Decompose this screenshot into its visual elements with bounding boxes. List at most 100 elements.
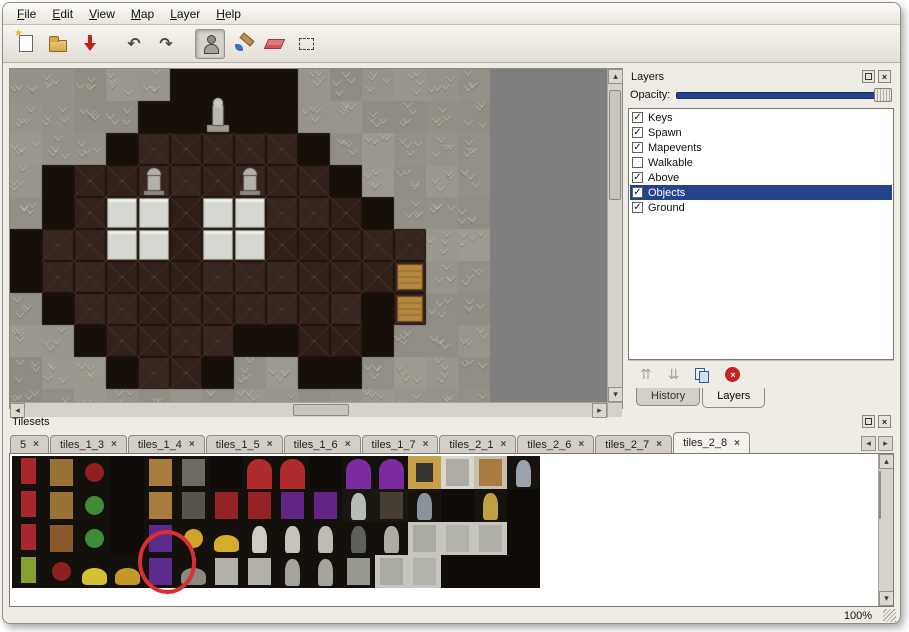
tile-wooden-shelf[interactable] — [474, 456, 507, 489]
tab-close-icon[interactable]: × — [345, 439, 351, 450]
tile-white-bust[interactable] — [243, 522, 276, 555]
menu-edit[interactable]: Edit — [44, 5, 81, 23]
tile-red-throne-bottom-right[interactable] — [243, 489, 276, 522]
tile-empty[interactable] — [111, 489, 144, 522]
tile-cabinet-top[interactable] — [144, 456, 177, 489]
tile-empty[interactable] — [474, 555, 507, 588]
tile-stone-blocks-2[interactable] — [441, 522, 474, 555]
scroll-track[interactable] — [608, 84, 622, 387]
tab-close-icon[interactable]: × — [423, 439, 429, 450]
tile-green-flag[interactable] — [12, 555, 45, 588]
tile-stone-column[interactable] — [342, 555, 375, 588]
tile-red-brazier[interactable] — [78, 456, 111, 489]
tab-close-icon[interactable]: × — [33, 439, 39, 450]
tab-close-icon[interactable]: × — [734, 438, 740, 449]
scroll-track[interactable] — [879, 469, 893, 591]
scroll-up-button[interactable]: ▴ — [879, 454, 894, 469]
tile-statue-pedestal[interactable] — [210, 555, 243, 588]
tileset-vertical-scrollbar[interactable]: ▴ ▾ — [878, 454, 893, 606]
float-panel-button[interactable] — [862, 415, 875, 428]
lower-layer-button[interactable]: ⇊ — [668, 366, 680, 384]
eraser-tool-button[interactable] — [259, 29, 289, 59]
menu-map[interactable]: Map — [123, 5, 162, 23]
tile-wooden-loom-bottom[interactable] — [45, 489, 78, 522]
tile-empty[interactable] — [111, 456, 144, 489]
tileset-tab-tiles_2_7[interactable]: tiles_2_7× — [595, 435, 672, 453]
undo-button[interactable]: ↶ — [119, 29, 149, 59]
brush-tool-button[interactable] — [227, 29, 257, 59]
menu-view[interactable]: View — [81, 5, 123, 23]
tile-red-banner[interactable] — [12, 456, 45, 489]
close-panel-button[interactable]: × — [878, 415, 891, 428]
menu-layer[interactable]: Layer — [162, 5, 208, 23]
tab-history[interactable]: History — [636, 388, 700, 406]
layer-row-above[interactable]: ✓Above — [630, 170, 892, 185]
tile-purple-throne-top-right[interactable] — [375, 456, 408, 489]
tile-obelisk[interactable] — [342, 489, 375, 522]
scroll-down-button[interactable]: ▾ — [879, 591, 894, 606]
tile-red-throne-bottom-left[interactable] — [210, 489, 243, 522]
tile-empty[interactable] — [441, 555, 474, 588]
tileset-tab-tiles_2_6[interactable]: tiles_2_6× — [517, 435, 594, 453]
tab-close-icon[interactable]: × — [111, 439, 117, 450]
tile-gargoyle[interactable] — [342, 522, 375, 555]
tile-gray-door-top[interactable] — [177, 456, 210, 489]
raise-layer-button[interactable]: ⇈ — [640, 366, 652, 384]
layer-visibility-checkbox[interactable]: ✓ — [632, 127, 643, 138]
tile-purple-throne-bottom-left[interactable] — [276, 489, 309, 522]
layer-visibility-checkbox[interactable]: ✓ — [632, 142, 643, 153]
tileset-tab-tiles_1_3[interactable]: tiles_1_3× — [50, 435, 127, 453]
scroll-track[interactable] — [25, 403, 592, 417]
tile-stone-blocks-3[interactable] — [474, 522, 507, 555]
tile-angel-statue[interactable] — [276, 522, 309, 555]
tile-statue-pedestal-2[interactable] — [243, 555, 276, 588]
tile-gray-door-bottom[interactable] — [177, 489, 210, 522]
duplicate-layer-button[interactable] — [695, 368, 709, 382]
tile-empty[interactable] — [309, 456, 342, 489]
tile-red-brazier-2[interactable] — [45, 555, 78, 588]
tileset-tab-tiles_2_1[interactable]: tiles_2_1× — [439, 435, 516, 453]
menu-help[interactable]: Help — [208, 5, 249, 23]
tile-purple-throne-bottom-right[interactable] — [309, 489, 342, 522]
tile-stone-blocks-4[interactable] — [375, 555, 408, 588]
tile-wooden-loom[interactable] — [45, 456, 78, 489]
tile-stone-blocks[interactable] — [408, 522, 441, 555]
float-panel-button[interactable] — [862, 70, 875, 83]
tile-red-emblem[interactable] — [12, 522, 45, 555]
layer-visibility-checkbox[interactable]: ✓ — [632, 202, 643, 213]
tab-close-icon[interactable]: × — [267, 439, 273, 450]
tile-knight-armor[interactable] — [507, 456, 540, 489]
tile-white-shelf[interactable] — [441, 456, 474, 489]
tile-angel-statue-2[interactable] — [309, 522, 342, 555]
resize-grip[interactable] — [883, 609, 896, 622]
tile-gold-treasure[interactable] — [210, 522, 243, 555]
open-button[interactable] — [43, 29, 73, 59]
layer-row-walkable[interactable]: Walkable — [630, 155, 892, 170]
layer-row-objects[interactable]: ✓Objects — [630, 185, 892, 200]
menu-file[interactable]: File — [9, 5, 44, 23]
tab-close-icon[interactable]: × — [189, 439, 195, 450]
delete-layer-button[interactable]: × — [725, 367, 740, 382]
tile-red-throne-top-left[interactable] — [243, 456, 276, 489]
tile-gold-knight[interactable] — [474, 489, 507, 522]
layer-visibility-checkbox[interactable] — [632, 157, 643, 168]
layer-visibility-checkbox[interactable]: ✓ — [632, 112, 643, 123]
tab-close-icon[interactable]: × — [500, 439, 506, 450]
save-button[interactable] — [75, 29, 105, 59]
redo-button[interactable]: ↷ — [151, 29, 181, 59]
tile-stone-blocks-5[interactable] — [408, 555, 441, 588]
tile-red-throne-top-right[interactable] — [276, 456, 309, 489]
select-tool-button[interactable] — [291, 29, 321, 59]
layer-row-mapevents[interactable]: ✓Mapevents — [630, 140, 892, 155]
tileset-tab-tiles_2_8[interactable]: tiles_2_8× — [673, 432, 750, 453]
tile-purple-throne-top-left[interactable] — [342, 456, 375, 489]
layer-row-keys[interactable]: ✓Keys — [630, 110, 892, 125]
map-canvas[interactable] — [10, 69, 607, 402]
tile-bookshelf[interactable] — [45, 522, 78, 555]
tab-close-icon[interactable]: × — [578, 439, 584, 450]
scroll-up-button[interactable]: ▴ — [608, 69, 623, 84]
tile-empty[interactable] — [210, 456, 243, 489]
tile-empty[interactable] — [507, 489, 540, 522]
tile-empty[interactable] — [507, 555, 540, 588]
tile-potted-plant-2[interactable] — [78, 522, 111, 555]
